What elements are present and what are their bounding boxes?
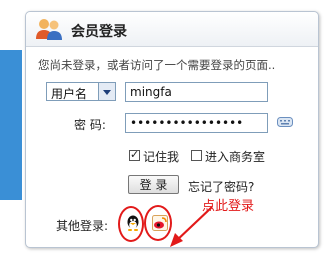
business-room-checkbox[interactable] xyxy=(191,150,202,161)
member-login-panel: 会员登录 您尚未登录，或者访问了一个需要登录的页面.. 用户名 密 码: 记住我… xyxy=(25,11,319,248)
members-icon xyxy=(36,19,62,40)
password-label: 密 码: xyxy=(74,118,106,132)
login-notice: 您尚未登录，或者访问了一个需要登录的页面.. xyxy=(38,58,276,72)
username-input[interactable] xyxy=(125,82,268,102)
other-login-label: 其他登录: xyxy=(56,219,109,233)
login-type-selected: 用户名 xyxy=(51,87,88,101)
panel-title: 会员登录 xyxy=(71,24,127,40)
password-input[interactable] xyxy=(125,113,268,133)
chevron-down-icon[interactable] xyxy=(98,83,115,100)
business-room-label: 进入商务室 xyxy=(205,150,266,164)
login-button[interactable]: 登 录 xyxy=(128,175,179,194)
left-accent-bar xyxy=(0,50,22,200)
annotation-circle-qq xyxy=(118,206,144,242)
panel-header: 会员登录 xyxy=(26,12,318,47)
login-type-select[interactable]: 用户名 xyxy=(46,82,116,101)
remember-me-label: 记住我 xyxy=(143,150,180,164)
annotation-arrow xyxy=(170,206,213,247)
forgot-password-link[interactable]: 忘记了密码? xyxy=(188,178,254,195)
keyboard-icon[interactable] xyxy=(277,116,293,128)
remember-me-checkbox[interactable] xyxy=(129,148,140,161)
